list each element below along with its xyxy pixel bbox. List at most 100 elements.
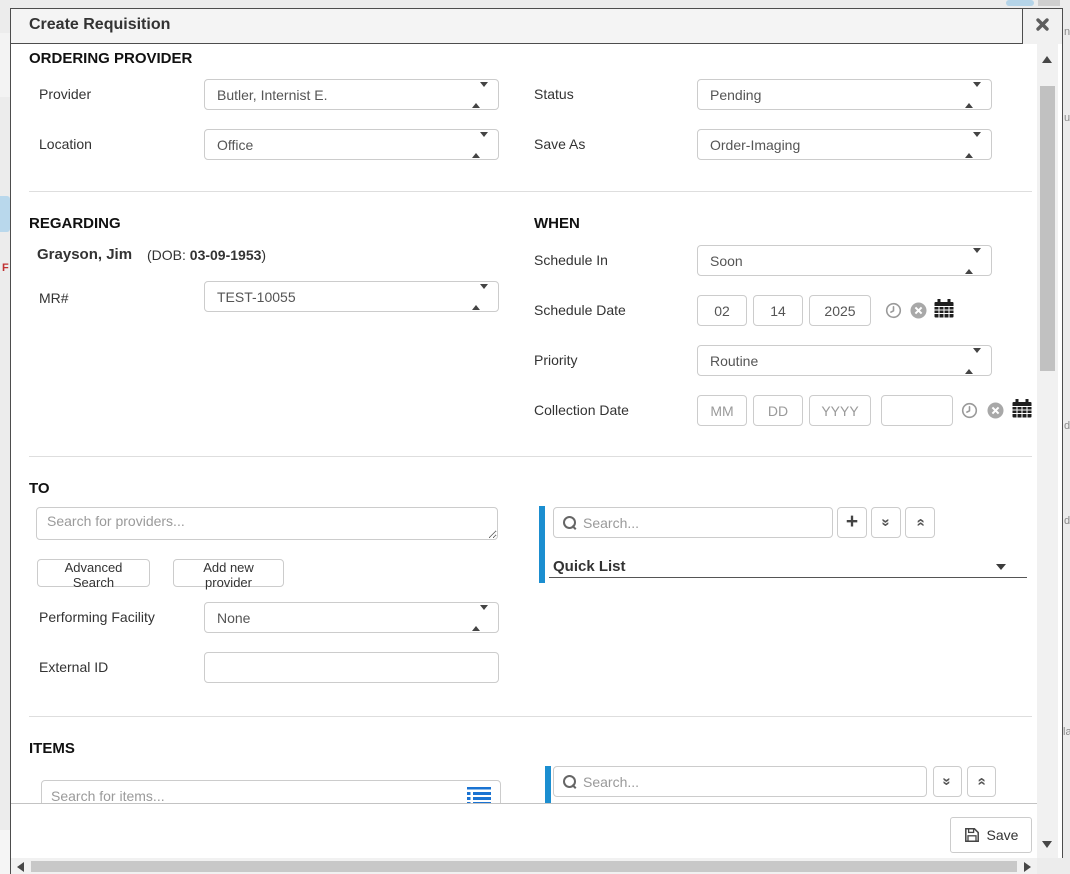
save-as-select[interactable]: Order-Imaging [697,129,992,160]
to-panel-add-button[interactable]: + [837,507,867,538]
vertical-scrollbar-thumb[interactable] [1040,86,1055,371]
scroll-right-arrow-icon[interactable] [1024,862,1031,872]
scroll-left-arrow-icon[interactable] [17,862,24,872]
save-as-label: Save As [534,136,585,152]
section-to: TO [29,480,50,497]
section-items: ITEMS [29,740,75,757]
double-chevron-down-icon: » [940,777,955,785]
external-id-input[interactable] [204,652,499,683]
location-select[interactable]: Office [204,129,499,160]
backdrop-block [0,33,10,97]
backdrop-block [1006,0,1034,6]
close-button[interactable] [1022,9,1062,44]
scroll-up-arrow-icon[interactable] [1042,56,1052,63]
schedule-date-calendar-icon[interactable] [934,299,954,318]
select-spinner-icon [965,87,981,103]
patient-name: Grayson, Jim [37,246,132,263]
schedule-in-select-value: Soon [710,253,743,269]
items-search-input[interactable] [51,788,460,804]
double-chevron-up-icon: » [913,518,928,526]
section-divider [29,716,1032,717]
select-spinner-icon [965,137,981,153]
provider-label: Provider [39,86,91,102]
section-divider [29,456,1032,457]
dialog-footer: Save [11,803,1037,858]
section-divider [29,191,1032,192]
mr-select[interactable]: TEST-10055 [204,281,499,312]
backdrop-text-fragment: la [1063,726,1070,738]
horizontal-scrollbar[interactable] [11,858,1037,874]
save-icon [964,827,980,843]
quick-list-caret-icon[interactable] [996,564,1006,570]
select-spinner-icon [472,610,488,626]
schedule-year-input[interactable] [809,295,871,326]
schedule-date-clear-icon[interactable] [910,302,927,319]
search-icon [563,516,576,529]
collection-time-clock-icon[interactable] [961,402,978,419]
provider-search-textarea[interactable] [36,507,498,540]
mr-label: MR# [39,290,69,306]
items-panel-accent-bar [545,766,551,805]
scroll-down-arrow-icon[interactable] [1042,841,1052,848]
save-button[interactable]: Save [950,817,1032,853]
items-panel-collapse-all-button[interactable]: » [967,766,996,797]
dialog-title: Create Requisition [29,16,170,34]
performing-facility-select[interactable]: None [204,602,499,633]
location-label: Location [39,136,92,152]
performing-facility-label: Performing Facility [39,609,155,625]
select-spinner-icon [965,253,981,269]
section-when: WHEN [534,215,580,232]
quick-list-header[interactable]: Quick List [553,558,626,575]
select-spinner-icon [472,137,488,153]
collection-date-calendar-icon[interactable] [1012,399,1032,418]
items-list-icon[interactable] [467,787,491,804]
advanced-search-button[interactable]: Advanced Search [37,559,150,587]
collection-time-input[interactable] [881,395,953,426]
double-chevron-down-icon: » [879,518,894,526]
location-select-value: Office [217,137,253,153]
save-as-select-value: Order-Imaging [710,137,800,153]
schedule-month-input[interactable] [697,295,747,326]
backdrop-text-fragment: F [2,262,9,274]
to-panel-search-input[interactable] [583,515,823,531]
create-requisition-dialog: Create Requisition ORDERING PROVIDER Pro… [10,8,1063,874]
backdrop-block [0,830,10,874]
priority-label: Priority [534,352,578,368]
backdrop-block [0,196,10,232]
patient-dob-value: 03-09-1953 [190,247,262,263]
page-background: F n ur d de la Create Requisition ORDERI… [0,0,1070,874]
to-panel-search-box[interactable] [553,507,833,538]
schedule-day-input[interactable] [753,295,803,326]
scrollbar-corner [1037,858,1063,874]
plus-icon: + [846,511,858,532]
select-spinner-icon [965,353,981,369]
patient-dob: (DOB: 03-09-1953) [147,247,266,263]
items-panel-expand-all-button[interactable]: » [933,766,962,797]
schedule-in-label: Schedule In [534,252,608,268]
items-panel-search-input[interactable] [583,774,917,790]
to-panel-collapse-all-button[interactable]: » [905,507,935,538]
collection-date-label: Collection Date [534,402,629,418]
quick-list-underline [549,577,1027,578]
select-spinner-icon [472,289,488,305]
status-select[interactable]: Pending [697,79,992,110]
backdrop-text-fragment: ur [1064,112,1070,124]
provider-select[interactable]: Butler, Internist E. [204,79,499,110]
priority-select[interactable]: Routine [697,345,992,376]
close-icon [1035,17,1050,37]
section-ordering-provider: ORDERING PROVIDER [29,50,192,67]
performing-facility-select-value: None [217,610,250,626]
add-new-provider-button[interactable]: Add new provider [173,559,284,587]
collection-year-input[interactable] [809,395,871,426]
search-icon [563,775,576,788]
items-panel-search-box[interactable] [553,766,927,797]
schedule-time-clock-icon[interactable] [885,302,902,319]
to-panel-expand-all-button[interactable]: » [871,507,901,538]
collection-month-input[interactable] [697,395,747,426]
horizontal-scrollbar-thumb[interactable] [31,861,1017,872]
backdrop-text-fragment: d [1064,420,1070,432]
collection-day-input[interactable] [753,395,803,426]
schedule-in-select[interactable]: Soon [697,245,992,276]
collection-date-clear-icon[interactable] [987,402,1004,419]
vertical-scrollbar[interactable] [1037,44,1058,858]
